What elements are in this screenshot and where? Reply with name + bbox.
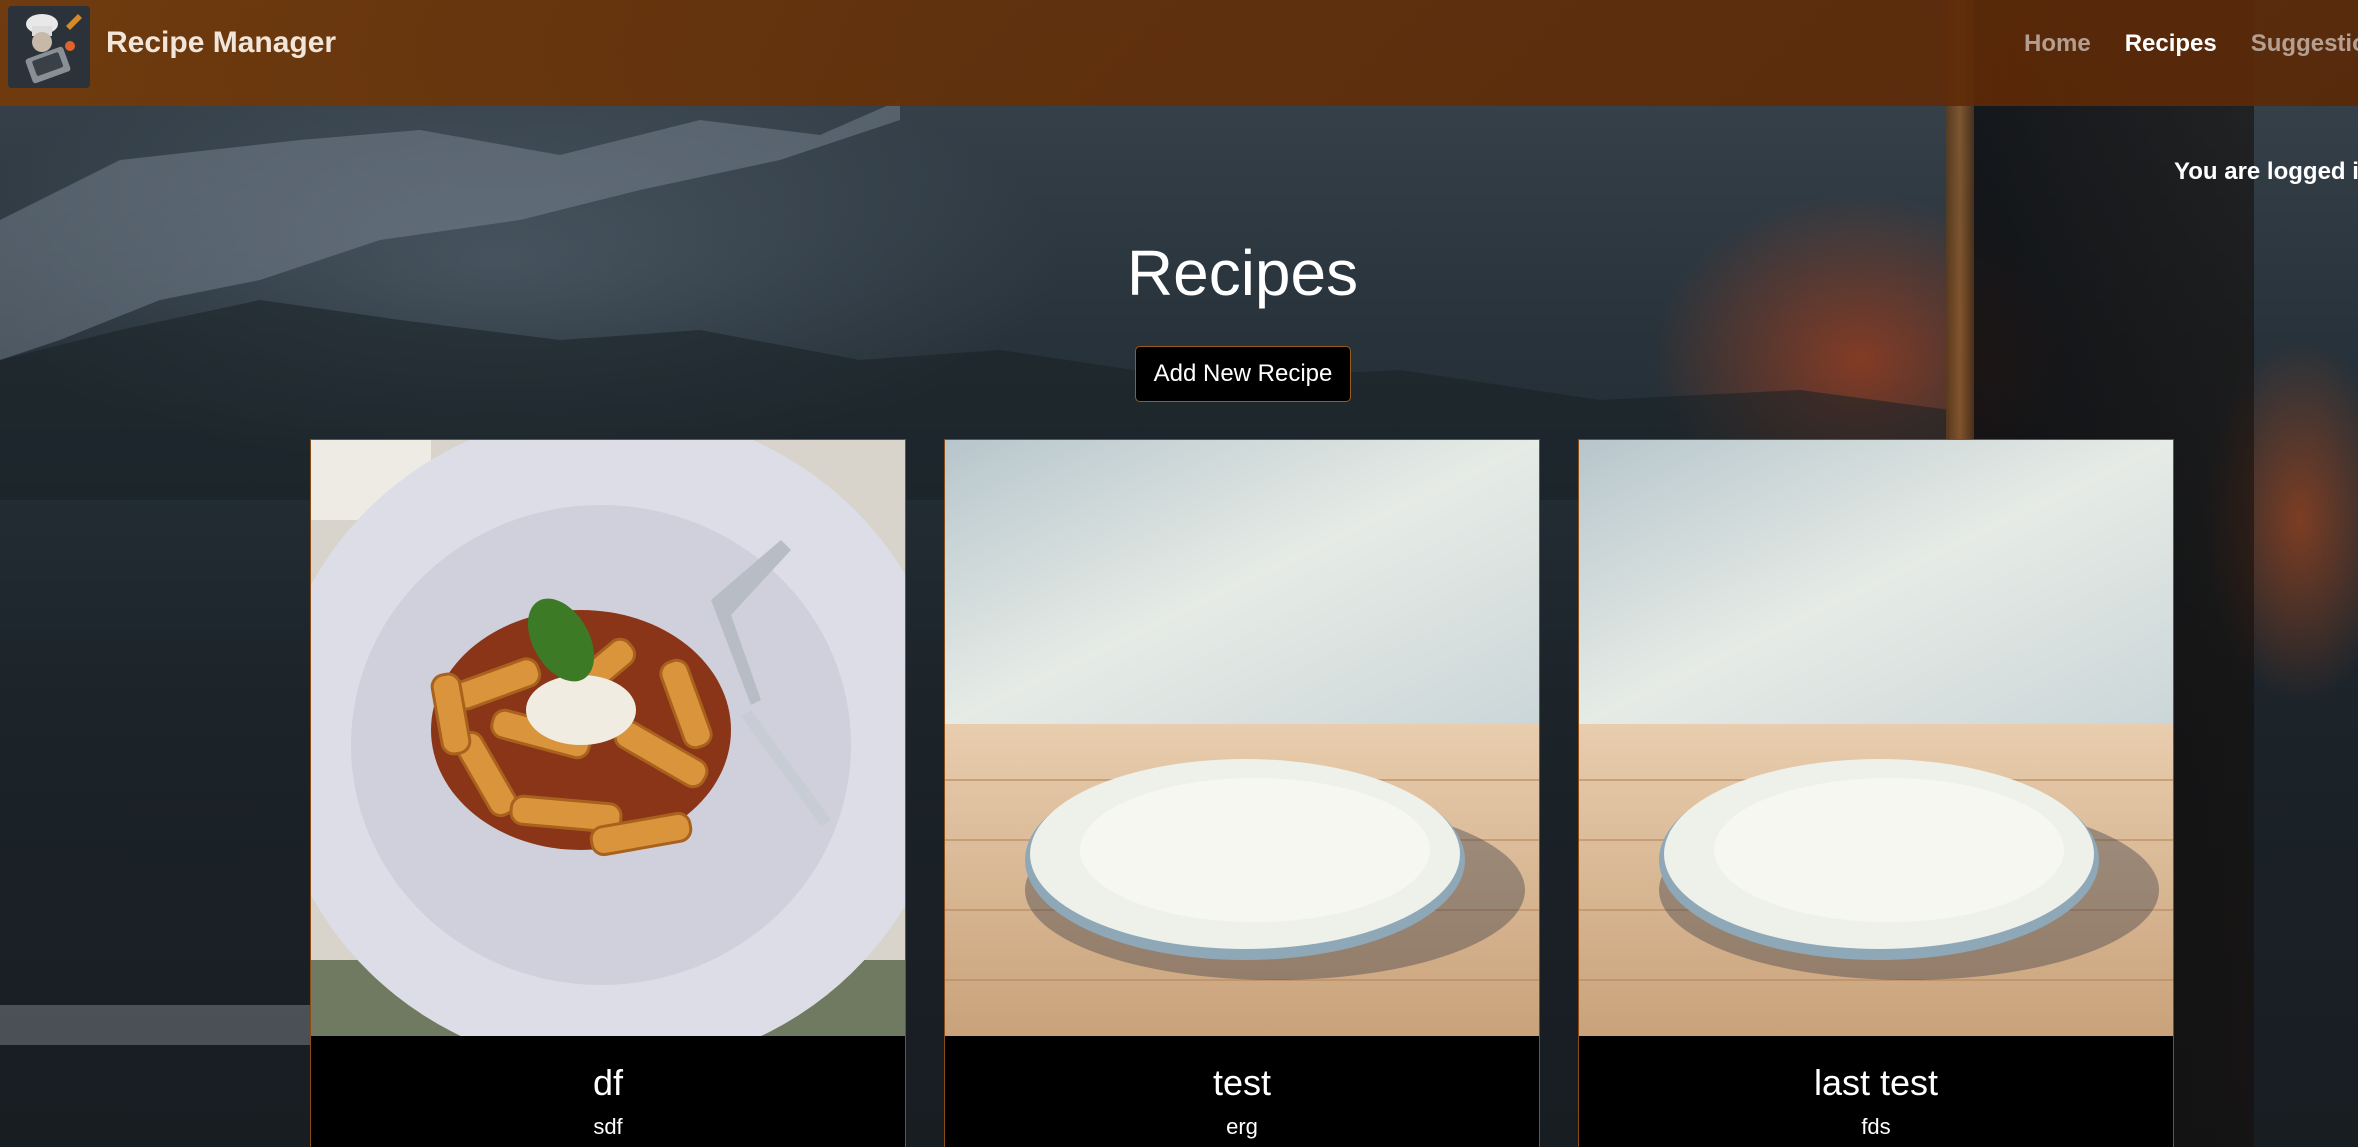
chef-logo-icon[interactable]: [8, 6, 90, 88]
recipe-title[interactable]: last test: [1579, 1062, 2173, 1104]
nav-suggestions[interactable]: Suggestion: [2251, 30, 2358, 58]
login-status: You are logged i: [2174, 158, 2358, 185]
recipe-description: erg: [1226, 1114, 1258, 1139]
main-nav: Home Recipes Suggestion: [2024, 30, 2358, 58]
nav-recipes[interactable]: Recipes: [2125, 30, 2217, 58]
navbar: Recipe Manager Home Recipes Suggestion: [0, 0, 2358, 106]
recipe-card[interactable]: last test fds: [1578, 439, 2174, 1147]
recipe-image[interactable]: [945, 440, 1539, 1036]
recipe-title[interactable]: test: [945, 1062, 1539, 1104]
page-title: Recipes: [1126, 237, 1359, 309]
recipe-description: fds: [1861, 1114, 1891, 1139]
recipe-image[interactable]: [1579, 440, 2173, 1036]
add-new-recipe-button[interactable]: Add New Recipe: [1135, 346, 1351, 402]
brand-title[interactable]: Recipe Manager: [106, 26, 336, 60]
recipe-title[interactable]: df: [311, 1062, 905, 1104]
recipe-card[interactable]: df sdf: [310, 439, 906, 1147]
nav-home[interactable]: Home: [2024, 30, 2091, 58]
recipe-card[interactable]: test erg: [944, 439, 1540, 1147]
background-floor: [0, 1005, 320, 1045]
recipe-image[interactable]: [311, 440, 905, 1036]
recipe-description: sdf: [593, 1114, 623, 1139]
